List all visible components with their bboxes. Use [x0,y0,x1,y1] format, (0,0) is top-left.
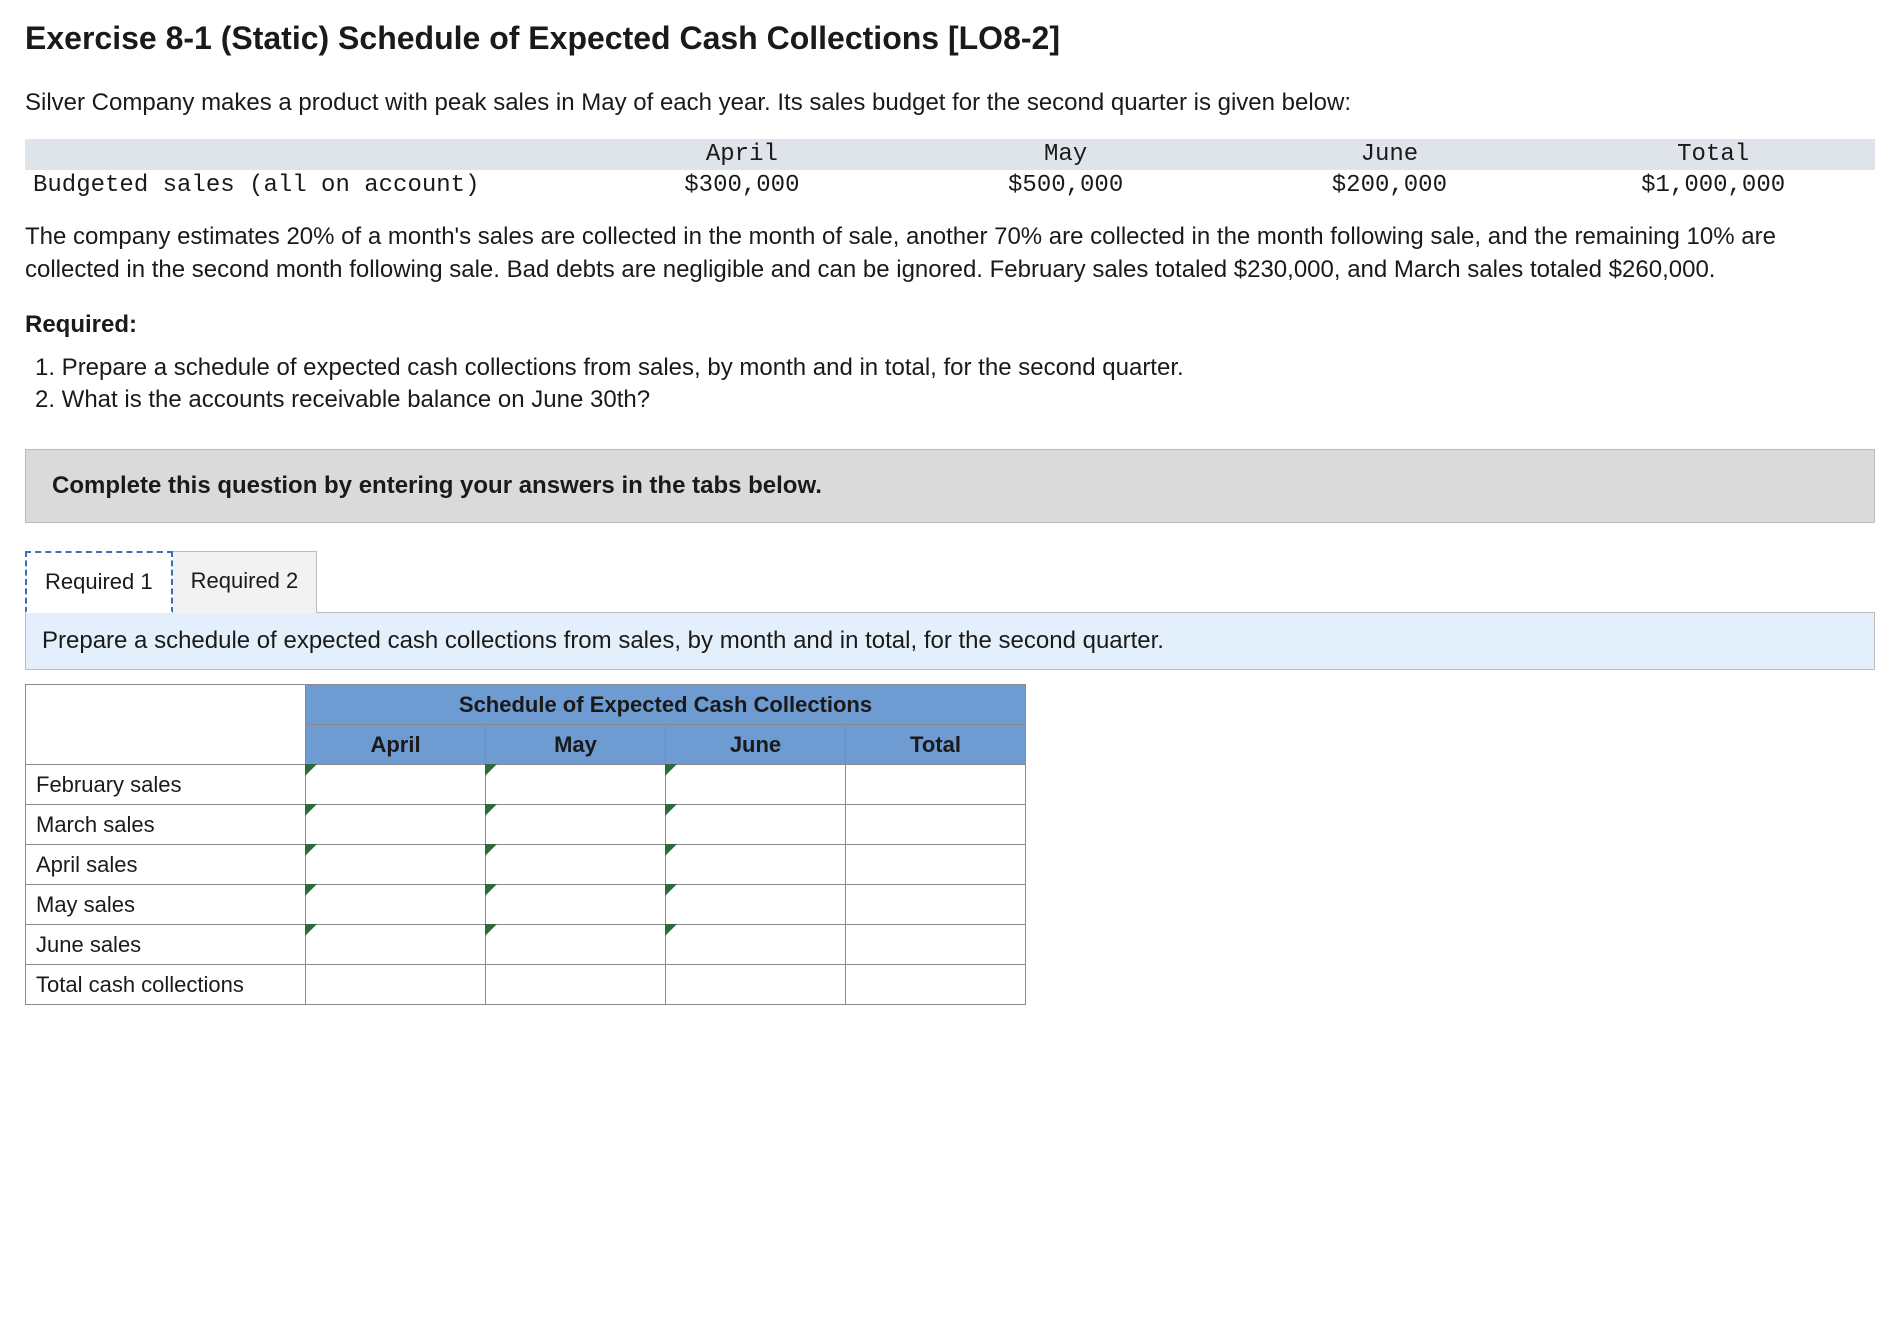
editable-marker-icon [665,884,677,896]
input-mar-june[interactable] [666,805,846,845]
intro-text: Silver Company makes a product with peak… [25,87,1875,119]
budget-col-may: May [904,139,1228,170]
editable-marker-icon [305,804,317,816]
budget-val-june: $200,000 [1228,170,1552,201]
required-item-1: 1. Prepare a schedule of expected cash c… [35,354,1875,382]
answer-col-april: April [306,725,486,765]
input-feb-total[interactable] [846,765,1026,805]
input-jun-june[interactable] [666,925,846,965]
row-label-feb: February sales [26,765,306,805]
editable-marker-icon [305,924,317,936]
answer-table-corner [26,685,306,765]
row-label-mar: March sales [26,805,306,845]
row-label-jun: June sales [26,925,306,965]
budget-table: April May June Total Budgeted sales (all… [25,139,1875,201]
input-may-total[interactable] [846,885,1026,925]
input-mar-total[interactable] [846,805,1026,845]
answer-col-total: Total [846,725,1026,765]
budget-val-total: $1,000,000 [1551,170,1875,201]
input-total-april[interactable] [306,965,486,1005]
row-label-total: Total cash collections [26,965,306,1005]
table-row: June sales [26,925,1026,965]
budget-val-may: $500,000 [904,170,1228,201]
input-jun-april[interactable] [306,925,486,965]
input-apr-june[interactable] [666,845,846,885]
editable-marker-icon [485,844,497,856]
input-mar-april[interactable] [306,805,486,845]
editable-marker-icon [665,804,677,816]
budget-header-blank [25,139,580,170]
answer-col-june: June [666,725,846,765]
row-label-apr: April sales [26,845,306,885]
table-row: May sales [26,885,1026,925]
editable-marker-icon [485,924,497,936]
input-mar-may[interactable] [486,805,666,845]
budget-row-label: Budgeted sales (all on account) [25,170,580,201]
table-row: March sales [26,805,1026,845]
budget-val-april: $300,000 [580,170,904,201]
input-may-may[interactable] [486,885,666,925]
answer-col-may: May [486,725,666,765]
instruction-bar: Complete this question by entering your … [25,449,1875,523]
editable-marker-icon [305,844,317,856]
budget-col-total: Total [1551,139,1875,170]
table-row: Total cash collections [26,965,1026,1005]
tab-required-2[interactable]: Required 2 [172,551,318,613]
tabs-container: Required 1 Required 2 [25,551,1875,613]
editable-marker-icon [485,804,497,816]
budget-col-april: April [580,139,904,170]
input-may-april[interactable] [306,885,486,925]
row-label-may: May sales [26,885,306,925]
input-feb-june[interactable] [666,765,846,805]
input-jun-total[interactable] [846,925,1026,965]
editable-marker-icon [665,844,677,856]
explanation-text: The company estimates 20% of a month's s… [25,221,1875,286]
input-apr-april[interactable] [306,845,486,885]
answer-table-title: Schedule of Expected Cash Collections [306,685,1026,725]
editable-marker-icon [665,764,677,776]
exercise-title: Exercise 8-1 (Static) Schedule of Expect… [25,20,1875,57]
input-total-may[interactable] [486,965,666,1005]
tab-prompt: Prepare a schedule of expected cash coll… [25,612,1875,670]
input-apr-may[interactable] [486,845,666,885]
editable-marker-icon [485,764,497,776]
input-total-total[interactable] [846,965,1026,1005]
editable-marker-icon [305,884,317,896]
required-heading: Required: [25,311,1875,339]
editable-marker-icon [665,924,677,936]
editable-marker-icon [485,884,497,896]
editable-marker-icon [305,764,317,776]
input-jun-may[interactable] [486,925,666,965]
table-row: April sales [26,845,1026,885]
input-feb-april[interactable] [306,765,486,805]
table-row: February sales [26,765,1026,805]
required-item-2: 2. What is the accounts receivable balan… [35,386,1875,414]
input-may-june[interactable] [666,885,846,925]
input-apr-total[interactable] [846,845,1026,885]
answer-table: Schedule of Expected Cash Collections Ap… [25,684,1026,1005]
budget-col-june: June [1228,139,1552,170]
tab-required-1[interactable]: Required 1 [25,551,173,613]
required-list: 1. Prepare a schedule of expected cash c… [25,354,1875,414]
input-feb-may[interactable] [486,765,666,805]
input-total-june[interactable] [666,965,846,1005]
